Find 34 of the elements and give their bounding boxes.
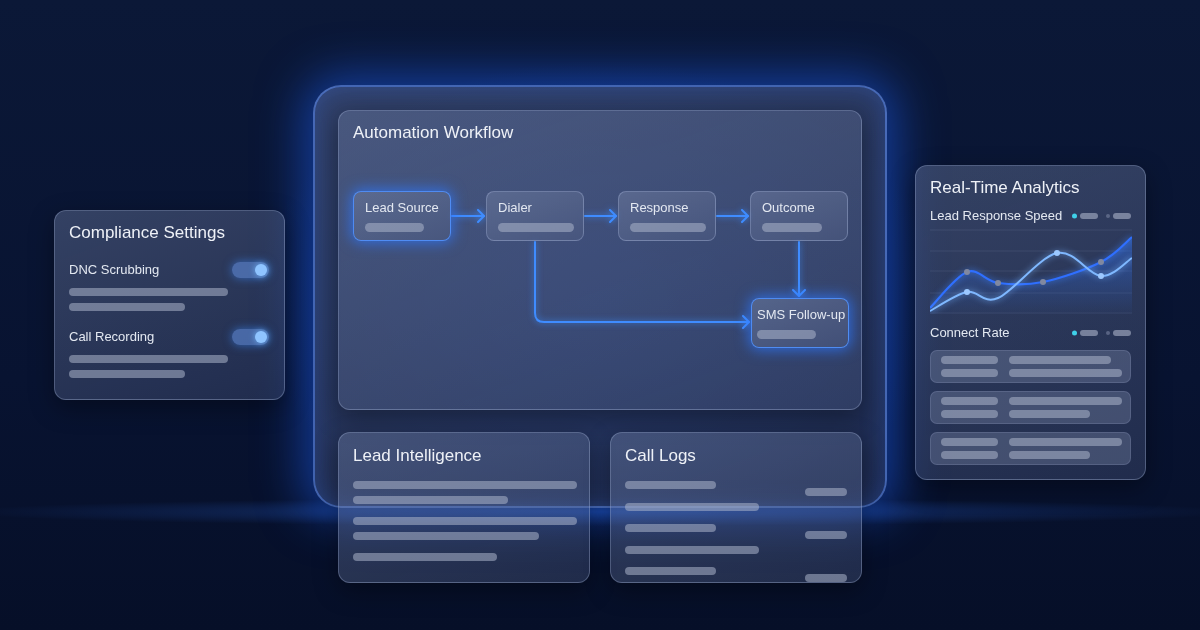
arrow-connector bbox=[584, 209, 617, 223]
toggle-switch[interactable] bbox=[232, 262, 269, 278]
skeleton-line bbox=[941, 369, 998, 377]
panel-title: Lead Intelligence bbox=[353, 445, 483, 467]
skeleton-line bbox=[805, 488, 847, 496]
chart-label: Connect Rate bbox=[930, 325, 1010, 341]
panel-title: Call Logs bbox=[625, 445, 697, 467]
legend-icon bbox=[1072, 213, 1131, 219]
skeleton-line bbox=[941, 451, 998, 459]
chart-label: Lead Response Speed bbox=[930, 208, 1063, 224]
setting-label: DNC Scrubbing bbox=[69, 262, 160, 278]
legend-icon bbox=[1072, 330, 1131, 336]
arrow-connector bbox=[716, 209, 749, 223]
skeleton-line bbox=[757, 330, 816, 339]
skeleton-line bbox=[941, 438, 998, 446]
skeleton-line bbox=[762, 223, 822, 232]
skeleton-line bbox=[941, 410, 998, 418]
node-label: Outcome bbox=[762, 200, 816, 216]
skeleton-line bbox=[805, 574, 847, 582]
node-label: Lead Source bbox=[365, 200, 440, 216]
skeleton-line bbox=[805, 531, 847, 539]
panel-title: Compliance Settings bbox=[69, 222, 226, 244]
node-label: Dialer bbox=[498, 200, 533, 216]
panel-title: Automation Workflow bbox=[353, 122, 515, 144]
skeleton-line bbox=[941, 356, 998, 364]
node-label: Response bbox=[630, 200, 690, 216]
skeleton-line bbox=[941, 397, 998, 405]
panel-title: Real-Time Analytics bbox=[930, 177, 1081, 199]
skeleton-line bbox=[365, 223, 424, 232]
toggle-switch[interactable] bbox=[232, 329, 269, 345]
node-label: SMS Follow-up bbox=[757, 307, 844, 323]
setting-label: Call Recording bbox=[69, 329, 155, 345]
arrow-connector bbox=[451, 209, 485, 223]
arrow-connector bbox=[792, 241, 806, 297]
